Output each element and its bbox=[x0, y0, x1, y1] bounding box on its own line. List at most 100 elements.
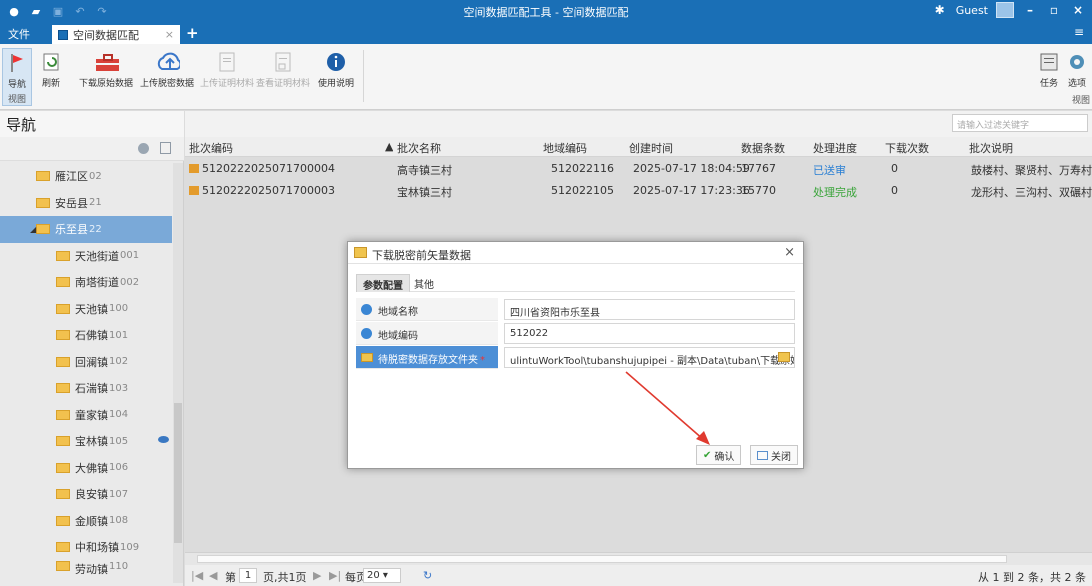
filter-bar: 请输入过滤关键字 bbox=[185, 111, 1092, 137]
info-icon bbox=[323, 48, 349, 76]
upload-proof-button[interactable]: 上传证明材料 bbox=[200, 48, 254, 106]
region-tree: 雁江区 02 安岳县 21 ◢ 乐至县 22 天池街道 001 南塔街道 002 天池镇 10… bbox=[0, 163, 172, 577]
folder-icon bbox=[36, 197, 50, 208]
tab-label: 空间数据匹配 bbox=[73, 28, 139, 42]
view-proof-label: 查看证明材料 bbox=[256, 79, 311, 89]
eye-icon[interactable] bbox=[158, 436, 169, 443]
locate-icon[interactable] bbox=[138, 143, 149, 154]
nav-scroll-thumb[interactable] bbox=[174, 403, 182, 543]
folder-icon bbox=[56, 277, 70, 288]
nav-scrollbar[interactable] bbox=[173, 163, 183, 583]
task-button[interactable]: 任务 bbox=[1036, 48, 1062, 106]
col-header-count[interactable]: 数据条数 bbox=[741, 140, 785, 156]
col-header-created[interactable]: 创建时间 bbox=[629, 140, 673, 156]
tree-item[interactable]: 中和场镇 109 bbox=[0, 534, 172, 561]
folder-icon bbox=[56, 462, 70, 473]
tree-item[interactable]: 童家镇 104 bbox=[0, 402, 172, 429]
reload-icon[interactable]: ↻ bbox=[423, 569, 432, 582]
tree-item[interactable]: 石湍镇 103 bbox=[0, 375, 172, 402]
hamburger-menu-icon[interactable]: ≡ bbox=[1074, 25, 1084, 39]
folder-icon bbox=[56, 409, 70, 420]
avatar[interactable] bbox=[996, 2, 1014, 18]
nav-toolbar bbox=[0, 137, 184, 161]
ribbon-toolbar: 导航 视图 刷新 下载原始数据 上传脱密数据 上传证明材料 查看证明材料 使用说… bbox=[0, 44, 1092, 110]
tree-item[interactable]: 宝林镇 105 bbox=[0, 428, 172, 455]
view-proof-button[interactable]: 查看证明材料 bbox=[256, 48, 310, 106]
upload-declassified-label: 上传脱密数据 bbox=[139, 79, 194, 89]
annotation-arrow bbox=[625, 371, 710, 445]
collapse-tree-icon[interactable] bbox=[160, 142, 171, 154]
page-number-input[interactable]: 1 bbox=[239, 568, 257, 583]
folder-icon bbox=[56, 542, 70, 553]
title-bar: ● ▰ ▣ ↶ ↷ 空间数据匹配工具 - 空间数据匹配 ✱ Guest – ▫ … bbox=[0, 0, 1092, 22]
col-header-status[interactable]: 处理进度 bbox=[813, 140, 857, 156]
table-row[interactable]: 5120222025071700004 高寺镇三村 512022116 2025… bbox=[185, 158, 1092, 180]
table-row[interactable]: 5120222025071700003 宝林镇三村 512022105 2025… bbox=[185, 180, 1092, 202]
close-window-button[interactable]: × bbox=[1070, 3, 1086, 17]
tree-item[interactable]: 南塔街道 002 bbox=[0, 269, 172, 296]
status-badge: 处理完成 bbox=[813, 186, 857, 199]
tab-doc-icon bbox=[58, 29, 68, 40]
last-page-icon[interactable]: ▶| bbox=[329, 569, 341, 582]
next-page-icon[interactable]: ▶ bbox=[313, 569, 321, 582]
folder-icon bbox=[56, 489, 70, 500]
menu-file[interactable]: 文件 bbox=[8, 26, 30, 42]
task-board-icon bbox=[1036, 48, 1062, 76]
refresh-button[interactable]: 刷新 bbox=[38, 48, 64, 106]
tree-item[interactable]: 雁江区 02 bbox=[0, 163, 172, 190]
tree-item[interactable]: 劳动镇 110 bbox=[0, 560, 172, 577]
folder-icon bbox=[56, 436, 70, 447]
navigation-panel: 导航 雁江区 02 安岳县 21 ◢ 乐至县 22 天池街道 001 南塔街道 002 天池… bbox=[0, 111, 184, 586]
hscroll-thumb[interactable] bbox=[197, 555, 1007, 563]
options-gear-icon bbox=[1064, 48, 1090, 76]
tree-item[interactable]: 金顺镇 108 bbox=[0, 508, 172, 535]
user-name[interactable]: Guest bbox=[956, 4, 988, 17]
horizontal-scrollbar[interactable] bbox=[185, 553, 1092, 565]
download-original-label: 下载原始数据 bbox=[78, 79, 133, 89]
tree-item[interactable]: 良安镇 107 bbox=[0, 481, 172, 508]
tree-item[interactable]: 安岳县 21 bbox=[0, 190, 172, 217]
folder-icon bbox=[56, 303, 70, 314]
maximize-button[interactable]: ▫ bbox=[1046, 3, 1062, 17]
prev-page-icon[interactable]: ◀ bbox=[209, 569, 217, 582]
tab-spatial-matching[interactable]: 空间数据匹配 × bbox=[52, 25, 180, 44]
col-header-desc[interactable]: 批次说明 bbox=[969, 140, 1013, 156]
col-header-code[interactable]: 批次编码 bbox=[189, 140, 233, 156]
options-button[interactable]: 选项 视图 bbox=[1064, 48, 1090, 106]
tree-item[interactable]: 回澜镇 102 bbox=[0, 349, 172, 376]
help-button[interactable]: 使用说明 bbox=[316, 48, 356, 106]
tree-item[interactable]: 天池街道 001 bbox=[0, 243, 172, 270]
folder-icon bbox=[56, 515, 70, 526]
folder-icon bbox=[56, 383, 70, 394]
close-window-icon bbox=[757, 450, 768, 460]
col-header-region[interactable]: 地域编码 bbox=[543, 140, 587, 156]
view-group-label: 视图 bbox=[7, 95, 26, 105]
upload-declassified-button[interactable]: 上传脱密数据 bbox=[138, 48, 196, 106]
pager: |◀ ◀ 第 1 页,共1页 ▶ ▶| 每页 20 ▾ ↻ 从 1 到 2 条，… bbox=[185, 552, 1092, 586]
filter-input[interactable]: 请输入过滤关键字 bbox=[952, 114, 1088, 132]
settings-gear-icon[interactable]: ✱ bbox=[932, 3, 948, 17]
tab-close-icon[interactable]: × bbox=[165, 28, 174, 41]
confirm-button[interactable]: ✔ 确认 bbox=[696, 445, 742, 465]
close-button[interactable]: 关闭 bbox=[750, 445, 798, 465]
nav-toggle-label: 导航 bbox=[7, 80, 26, 90]
check-icon: ✔ bbox=[703, 449, 712, 461]
tree-item[interactable]: 天池镇 100 bbox=[0, 296, 172, 323]
minimize-button[interactable]: – bbox=[1022, 3, 1038, 17]
expand-arrow-icon[interactable]: ◢ bbox=[30, 225, 36, 234]
upload-proof-icon bbox=[214, 48, 240, 76]
tree-item[interactable]: 大佛镇 106 bbox=[0, 455, 172, 482]
view-group-label-right: 视图 bbox=[1071, 96, 1090, 106]
tree-item[interactable]: 石佛镇 101 bbox=[0, 322, 172, 349]
nav-panel-title: 导航 bbox=[0, 111, 184, 137]
col-header-downloads[interactable]: 下载次数 bbox=[885, 140, 929, 156]
pager-summary: 从 1 到 2 条，共 2 条 bbox=[978, 571, 1086, 584]
page-size-select[interactable]: 20 ▾ bbox=[363, 568, 401, 583]
tree-item-selected[interactable]: ◢ 乐至县 22 bbox=[0, 216, 172, 243]
first-page-icon[interactable]: |◀ bbox=[191, 569, 203, 582]
grid-header: 批次编码 ▲ 批次名称 地域编码 创建时间 数据条数 处理进度 下载次数 批次说… bbox=[185, 137, 1092, 157]
add-tab-button[interactable]: + bbox=[186, 24, 199, 42]
col-header-name[interactable]: 批次名称 bbox=[397, 140, 441, 156]
download-original-button[interactable]: 下载原始数据 bbox=[78, 48, 134, 106]
nav-toggle-button[interactable]: 导航 视图 bbox=[2, 48, 32, 106]
